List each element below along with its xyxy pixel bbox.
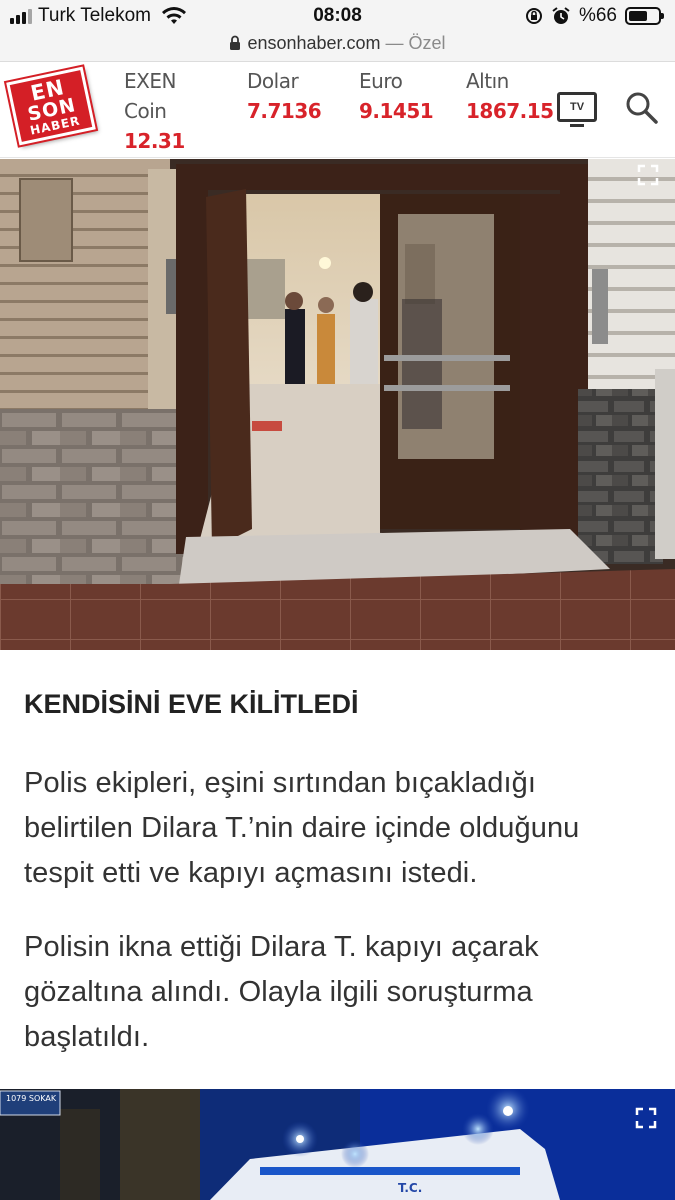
lock-icon	[230, 35, 241, 50]
ticker-name: Dolar	[247, 69, 299, 93]
battery-percent: %66	[578, 5, 617, 26]
paragraph-line: tespit etti ve kapıyı açmasını istedi.	[24, 857, 478, 889]
article-main-image[interactable]	[0, 159, 675, 650]
article-subheading: KENDİSİNİ EVE KİLİTLEDİ	[24, 689, 359, 719]
ticker-value: 7.7136	[247, 99, 322, 123]
paragraph-line: Polis ekipleri, eşini sırtından bıçaklad…	[24, 767, 537, 799]
ticker-dolar[interactable]: Dolar 7.7136	[247, 66, 322, 126]
paragraph-line: belirtilen Dilara T.’nin daire içinde ol…	[24, 812, 580, 844]
alarm-icon	[552, 7, 570, 24]
ambulance-text: T.C.	[398, 1181, 422, 1195]
ticker-value: 1867.15	[466, 99, 554, 123]
ticker-name: Euro	[359, 69, 403, 93]
rotation-lock-icon	[525, 8, 542, 24]
ambulance-photo: 1079 SOKAK T.C.	[0, 1089, 675, 1200]
article-second-image[interactable]: 1079 SOKAK T.C.	[0, 1089, 675, 1200]
ticker-euro[interactable]: Euro 9.1451	[359, 66, 434, 126]
url-suffix: — Özel	[385, 33, 446, 53]
url-domain: ensonhaber.com	[247, 33, 381, 53]
ticker-value: 12.31	[124, 129, 185, 153]
tv-button[interactable]: TV	[557, 92, 597, 127]
ticker-name: Altın	[466, 69, 509, 93]
ticker-altin[interactable]: Altın 1867.15	[466, 66, 554, 126]
article-paragraph: Polis ekipleri, eşini sırtından bıçaklad…	[24, 761, 644, 896]
ticker-name: EXEN	[124, 69, 176, 93]
ticker-exen[interactable]: EXEN Coin 12.31	[124, 66, 185, 156]
site-header: EN SON HABER EXEN Coin 12.31 Dolar 7.713…	[0, 62, 675, 158]
status-bar: Turk Telekom 08:08 %66 ensonhaber.com — …	[0, 0, 675, 62]
url-bar[interactable]: ensonhaber.com — Özel	[0, 33, 675, 54]
ticker-value: 9.1451	[359, 99, 434, 123]
site-logo[interactable]: EN SON HABER	[6, 66, 96, 146]
tv-icon-label: TV	[569, 101, 585, 113]
paragraph-line: başlatıldı.	[24, 1021, 150, 1053]
ticker-name-2: Coin	[124, 99, 167, 123]
article-paragraph: Polisin ikna ettiği Dilara T. kapıyı aça…	[24, 925, 644, 1060]
expand-icon[interactable]	[636, 163, 660, 187]
search-icon[interactable]	[624, 90, 660, 126]
street-sign-text: 1079 SOKAK	[6, 1094, 57, 1103]
battery-icon	[625, 7, 664, 25]
entrance-photo	[0, 159, 675, 650]
paragraph-line: Polisin ikna ettiği Dilara T. kapıyı aça…	[24, 931, 539, 963]
expand-icon[interactable]	[634, 1106, 658, 1130]
status-right: %66	[525, 5, 664, 27]
paragraph-line: gözaltına alındı. Olayla ilgili soruştur…	[24, 976, 533, 1008]
